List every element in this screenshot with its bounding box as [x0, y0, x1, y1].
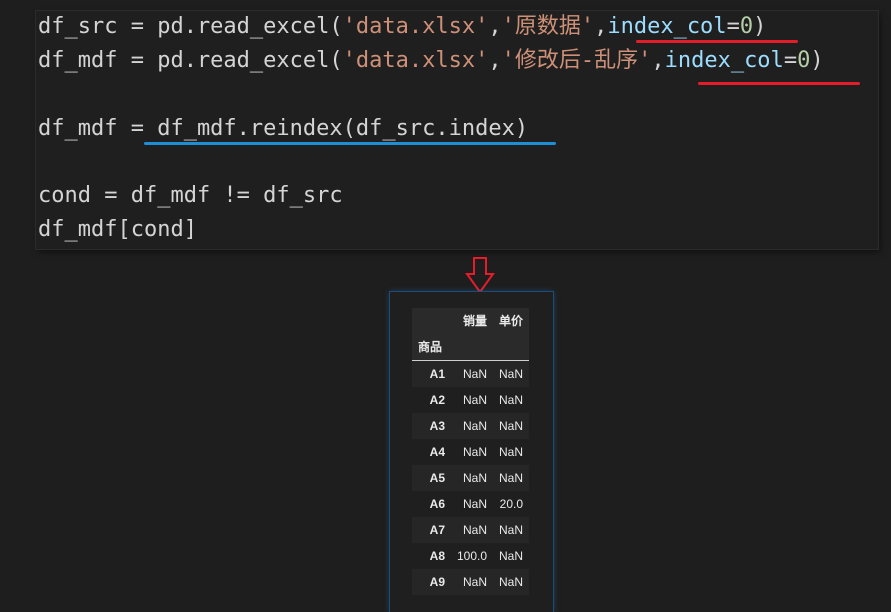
- code-text: =: [726, 14, 740, 39]
- table-cell: NaN: [462, 393, 487, 407]
- row-index: A1: [429, 367, 445, 381]
- table-cell: NaN: [462, 497, 487, 511]
- blue-underline: [144, 142, 556, 145]
- table-row: A7 NaN NaN: [412, 517, 529, 543]
- code-line-2: df_mdf = pd.read_excel('data.xlsx','修改后-…: [38, 46, 824, 76]
- table-cell: 20.0: [499, 497, 523, 511]
- table-row: A9 NaN NaN: [412, 569, 529, 595]
- keyword-arg: index_col: [607, 14, 727, 39]
- table-cell: NaN: [498, 523, 523, 537]
- code-text: ): [753, 14, 767, 39]
- row-index: A3: [429, 419, 445, 433]
- table-cell: NaN: [498, 393, 523, 407]
- row-index: A5: [429, 471, 445, 485]
- row-index: A9: [429, 575, 445, 589]
- index-name-row: 商品: [412, 334, 529, 361]
- string-literal: 'data.xlsx': [342, 14, 489, 39]
- row-index: A2: [429, 393, 445, 407]
- row-index: A8: [429, 549, 445, 563]
- row-index: A7: [429, 523, 445, 537]
- number-literal: 0: [797, 48, 811, 73]
- table-cell: NaN: [462, 523, 487, 537]
- code-cell[interactable]: df_src = pd.read_excel('data.xlsx','原数据'…: [36, 11, 878, 249]
- code-line-5: df_mdf[cond]: [38, 217, 197, 242]
- table-cell: NaN: [498, 367, 523, 381]
- table-cell: NaN: [498, 575, 523, 589]
- table-cell: NaN: [498, 445, 523, 459]
- index-name: 商品: [418, 340, 443, 354]
- table-row: A4 NaN NaN: [412, 439, 529, 465]
- code-text: ,: [488, 14, 502, 39]
- table-cell: 100.0: [456, 549, 487, 563]
- dataframe-output: 销量 单价 商品 A1 NaN NaN A2 NaN NaN A3 NaN NaN A4 NaN Na…: [390, 292, 553, 612]
- table-cell: NaN: [462, 419, 487, 433]
- row-index: A4: [429, 445, 445, 459]
- string-literal: 'data.xlsx': [342, 48, 489, 73]
- code-text: ,: [488, 48, 502, 73]
- code-text: ): [810, 48, 824, 73]
- string-literal: '修改后-乱序': [501, 48, 652, 73]
- table-cell: NaN: [498, 419, 523, 433]
- column-header-row: 销量 单价: [412, 308, 529, 334]
- row-index: A6: [429, 497, 445, 511]
- code-text: df_src = pd.read_excel(: [38, 14, 343, 39]
- table-cell: NaN: [462, 471, 487, 485]
- table-cell: NaN: [462, 575, 487, 589]
- code-text: =: [783, 48, 798, 73]
- table-row: A1 NaN NaN: [412, 361, 529, 387]
- code-line-1: df_src = pd.read_excel('data.xlsx','原数据'…: [38, 12, 766, 42]
- code-text: ,: [651, 48, 665, 73]
- table-row: A3 NaN NaN: [412, 413, 529, 439]
- down-arrow-icon: [465, 257, 495, 294]
- table-body: A1 NaN NaN A2 NaN NaN A3 NaN NaN A4 NaN NaN A5 NaN NaN…: [412, 361, 529, 595]
- column-header: 销量: [462, 314, 487, 328]
- table-cell: NaN: [498, 549, 523, 563]
- code-text: df_mdf = pd.read_excel(: [38, 48, 343, 73]
- table-row: A8 100.0 NaN: [412, 543, 529, 569]
- number-literal: 0: [739, 14, 754, 39]
- table-cell: NaN: [462, 367, 487, 381]
- code-line-3: df_mdf = df_mdf.reindex(df_src.index): [38, 116, 529, 141]
- code-line-4: cond = df_mdf != df_src: [38, 183, 343, 208]
- table-row: A5 NaN NaN: [412, 465, 529, 491]
- keyword-arg: index_col: [664, 48, 784, 73]
- string-literal: '原数据': [501, 14, 595, 39]
- red-underline: [698, 82, 860, 85]
- column-header: 单价: [498, 314, 523, 328]
- table-row: A6 NaN 20.0: [412, 491, 529, 517]
- table-cell: NaN: [498, 471, 523, 485]
- red-underline: [636, 40, 798, 43]
- table-row: A2 NaN NaN: [412, 387, 529, 413]
- code-text: ,: [594, 14, 608, 39]
- dataframe-table: 销量 单价 商品 A1 NaN NaN A2 NaN NaN A3 NaN NaN A4 NaN Na…: [412, 308, 529, 595]
- table-cell: NaN: [462, 445, 487, 459]
